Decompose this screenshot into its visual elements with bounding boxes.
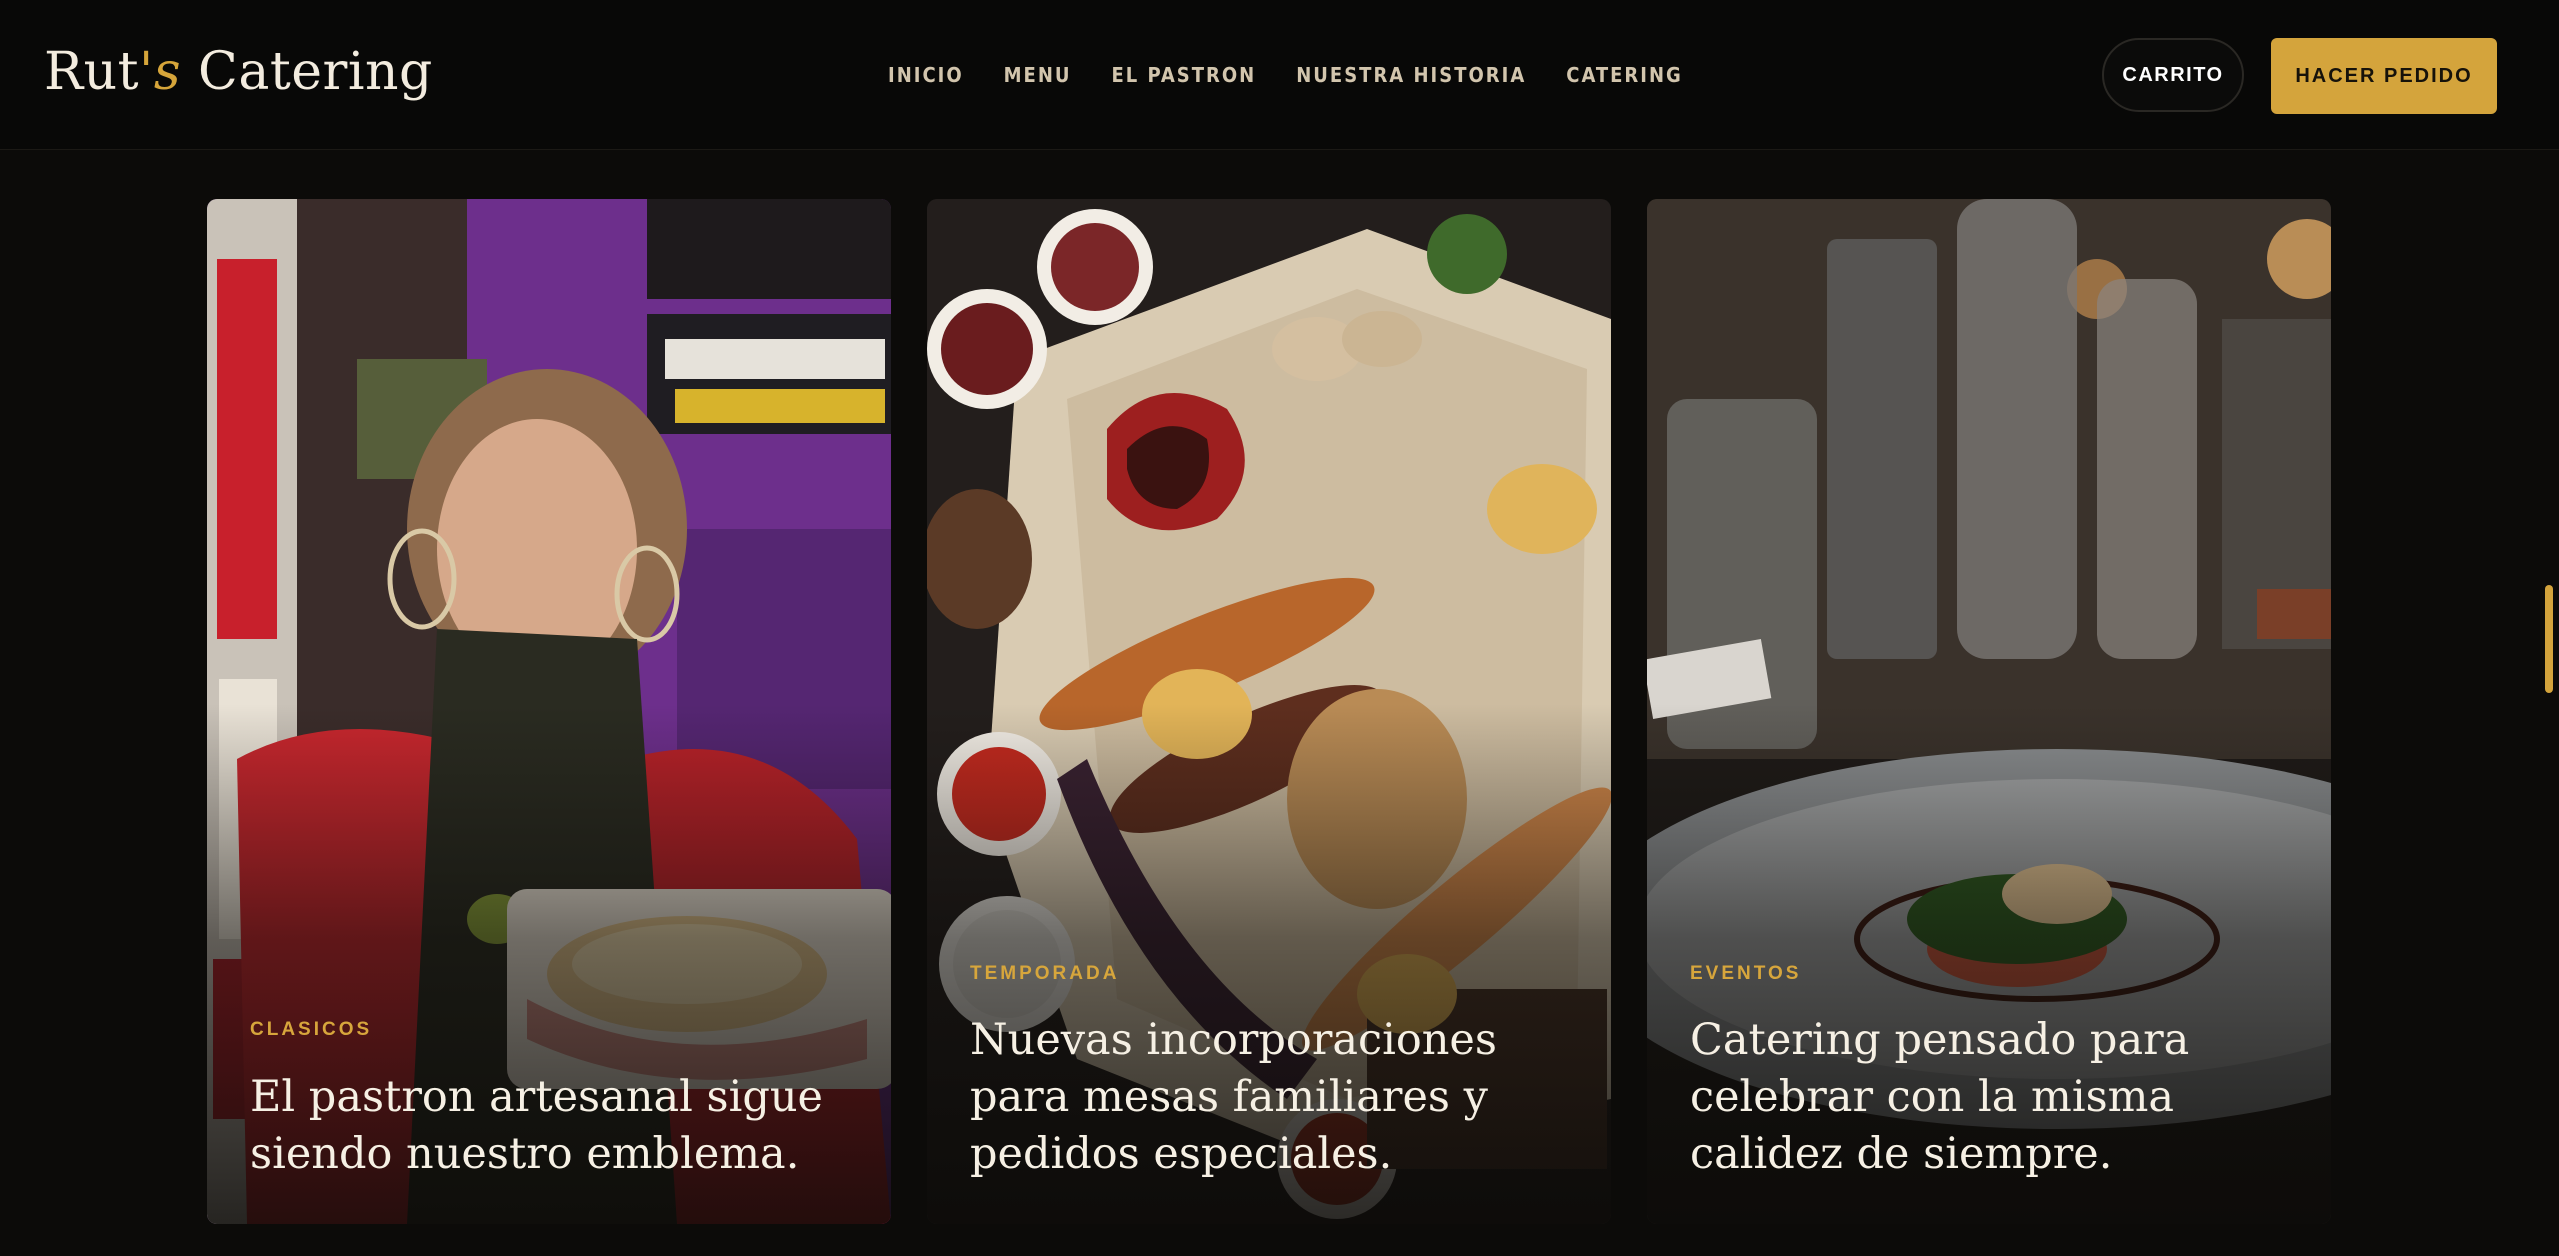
- main-nav: INICIO MENU EL PASTRON NUESTRA HISTORIA …: [888, 60, 1683, 90]
- nav-link-el-pastron[interactable]: EL PASTRON: [1112, 60, 1257, 90]
- brand-name-part2: Catering: [181, 42, 433, 102]
- top-navigation-bar: Rut's Catering INICIO MENU EL PASTRON NU…: [0, 0, 2559, 150]
- brand-name-accent: 's: [139, 42, 182, 102]
- card-category-tag: TEMPORADA: [970, 963, 1120, 984]
- nav-link-catering[interactable]: CATERING: [1566, 60, 1683, 90]
- feature-card-eventos[interactable]: EVENTOS Catering pensado para celebrar c…: [1647, 199, 2331, 1224]
- page-scrollbar-track[interactable]: [2544, 150, 2559, 1256]
- nav-link-inicio[interactable]: INICIO: [888, 60, 964, 90]
- nav-link-menu[interactable]: MENU: [1004, 60, 1072, 90]
- card-title: Catering pensado para celebrar con la mi…: [1690, 1015, 2190, 1179]
- feature-card-temporada[interactable]: TEMPORADA Nuevas incorporaciones para me…: [927, 199, 1611, 1224]
- place-order-button[interactable]: HACER PEDIDO: [2271, 38, 2497, 114]
- card-title: Nuevas incorporaciones para mesas famili…: [970, 1015, 1497, 1179]
- feature-card-clasicos[interactable]: CLASICOS El pastron artesanal sigue sien…: [207, 199, 891, 1224]
- brand-name-part1: Rut: [44, 42, 140, 102]
- card-category-tag: EVENTOS: [1690, 963, 1802, 984]
- card-category-tag: CLASICOS: [250, 1019, 373, 1040]
- brand-logo[interactable]: Rut's Catering: [44, 40, 433, 104]
- cart-button[interactable]: CARRITO: [2102, 38, 2244, 112]
- card-title: El pastron artesanal sigue siendo nuestr…: [250, 1072, 823, 1179]
- nav-link-nuestra-historia[interactable]: NUESTRA HISTORIA: [1296, 60, 1526, 90]
- page-scrollbar-thumb[interactable]: [2545, 585, 2553, 693]
